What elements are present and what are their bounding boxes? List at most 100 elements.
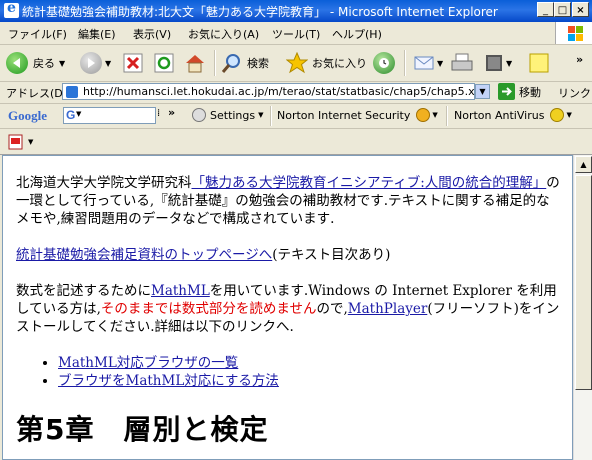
google-search-input[interactable]: G ▼	[63, 107, 156, 124]
forward-dropdown-icon[interactable]: ▼	[105, 59, 111, 68]
ie-icon	[4, 0, 19, 18]
links-label[interactable]: リンク	[558, 85, 591, 101]
refresh-button[interactable]	[154, 51, 174, 75]
norton-security-dropdown-icon: ▼	[432, 111, 438, 119]
mail-dropdown-icon[interactable]: ▼	[437, 59, 443, 68]
search-icon	[221, 54, 240, 73]
go-button[interactable]: 移動	[498, 83, 541, 100]
google-overflow-icon[interactable]: »	[168, 106, 175, 119]
scroll-thumb[interactable]	[575, 175, 592, 390]
windows-logo-icon	[555, 22, 592, 44]
search-label: 検索	[247, 57, 269, 70]
back-dropdown-icon[interactable]: ▼	[59, 59, 65, 68]
top-page-link[interactable]: 統計基礎勉強会補足資料のトップページへ	[16, 247, 272, 263]
pdf-icon	[8, 134, 23, 150]
top-link-suffix: (テキスト目次あり)	[272, 247, 391, 263]
menu-edit[interactable]: 編集(E)	[78, 26, 116, 42]
browser-setup-link[interactable]: ブラウザをMathML対応にする方法	[58, 373, 279, 389]
settings-label: Settings	[210, 108, 256, 122]
vertical-scrollbar[interactable]: ▲	[573, 155, 592, 460]
printer-icon	[451, 53, 473, 71]
mathplayer-link[interactable]: MathPlayer	[348, 301, 428, 317]
forward-button[interactable]: ▼	[80, 51, 111, 75]
print-button[interactable]	[450, 51, 474, 75]
list-item: ブラウザをMathML対応にする方法	[58, 372, 561, 390]
top-link-paragraph: 統計基礎勉強会補足資料のトップページへ(テキスト目次あり)	[16, 246, 561, 264]
history-button[interactable]	[373, 51, 395, 75]
address-label: アドレス(D)	[6, 87, 68, 100]
google-dropdown-icon[interactable]: ▼	[76, 110, 81, 118]
mathml-text-3: ので,	[316, 301, 348, 317]
resize-handle-icon[interactable]: ⁞	[157, 108, 160, 119]
extra-toolbar: ▼	[0, 129, 592, 155]
favorites-label: お気に入り	[312, 57, 367, 70]
minimize-button[interactable]: _	[537, 2, 554, 17]
mathml-link-list: MathML対応ブラウザの一覧 ブラウザをMathML対応にする方法	[16, 354, 561, 390]
intro-paragraph: 北海道大学大学院文学研究科「魅力ある大学院教育イニシアティブ:人間の統合的理解」…	[16, 174, 561, 228]
window-title: 統計基礎勉強会補助教材:北大文「魅力ある大学院教育」 - Microsoft I…	[22, 5, 498, 19]
norton-antivirus-dropdown-icon: ▼	[566, 111, 572, 119]
favorites-button[interactable]: お気に入り	[286, 51, 367, 75]
menu-bar: ファイル(F) 編集(E) 表示(V) お気に入り(A) ツール(T) ヘルプ(…	[0, 22, 592, 45]
menu-help[interactable]: ヘルプ(H)	[332, 26, 382, 42]
menu-favorites[interactable]: お気に入り(A)	[188, 26, 259, 42]
scroll-up-icon[interactable]: ▲	[575, 156, 592, 173]
maximize-button[interactable]: □	[554, 2, 571, 17]
norton-shield-icon	[550, 108, 565, 122]
norton-antivirus-button[interactable]: Norton AntiVirus ▼	[454, 108, 572, 122]
note-button[interactable]	[528, 51, 550, 75]
intro-text-prefix: 北海道大学大学院文学研究科	[16, 175, 192, 191]
settings-dropdown-icon: ▼	[258, 111, 264, 119]
mathml-paragraph: 数式を記述するためにMathMLを用いています.Windows の Intern…	[16, 282, 561, 336]
mail-icon	[414, 56, 434, 70]
norton-antivirus-label: Norton AntiVirus	[454, 108, 545, 122]
refresh-icon	[154, 53, 174, 73]
address-dropdown-icon[interactable]: ▼	[475, 84, 490, 99]
address-input[interactable]: http://humansci.let.hokudai.ac.jp/m/tera…	[62, 83, 488, 100]
mathml-link[interactable]: MathML	[151, 283, 210, 299]
note-icon	[529, 53, 549, 73]
norton-globe-icon	[416, 108, 431, 122]
mathml-warning: そのままでは数式部分を読めません	[100, 301, 317, 317]
browser-list-link[interactable]: MathML対応ブラウザの一覧	[58, 355, 238, 371]
list-item: MathML対応ブラウザの一覧	[58, 354, 561, 372]
back-arrow-icon	[6, 52, 28, 74]
chapter-heading: 第5章 層別と検定	[16, 413, 269, 446]
norton-security-label: Norton Internet Security	[277, 108, 411, 122]
forward-arrow-icon	[80, 52, 102, 74]
go-label: 移動	[519, 85, 541, 99]
edit-icon	[486, 55, 502, 71]
stop-icon	[123, 53, 143, 73]
settings-button[interactable]: Settings ▼	[192, 108, 264, 122]
toolbar-overflow-icon[interactable]: »	[576, 47, 583, 71]
close-button[interactable]: ×	[572, 2, 589, 17]
star-icon	[286, 52, 308, 74]
page-content: 北海道大学大学院文学研究科「魅力ある大学院教育イニシアティブ:人間の統合的理解」…	[2, 155, 573, 460]
stop-button[interactable]	[123, 51, 143, 75]
initiative-link[interactable]: 「魅力ある大学院教育イニシアティブ:人間の統合的理解」	[192, 175, 547, 191]
norton-security-button[interactable]: Norton Internet Security ▼	[277, 108, 438, 122]
mathml-text-1: 数式を記述するために	[16, 283, 151, 299]
go-arrow-icon	[498, 83, 515, 100]
title-bar: 統計基礎勉強会補助教材:北大文「魅力ある大学院教育」 - Microsoft I…	[0, 0, 592, 22]
address-bar: アドレス(D) http://humansci.let.hokudai.ac.j…	[0, 81, 592, 104]
search-button[interactable]: 検索	[221, 51, 269, 75]
menu-tools[interactable]: ツール(T)	[272, 26, 320, 42]
home-button[interactable]	[184, 51, 206, 75]
back-label: 戻る	[33, 57, 55, 70]
history-icon	[373, 52, 395, 74]
google-g-icon: G	[66, 108, 76, 122]
standard-toolbar: 戻る ▼ ▼ 検索 お気に入り ▼ ▼ »	[0, 45, 592, 82]
pdf-button[interactable]: ▼	[8, 134, 33, 150]
pdf-dropdown-icon: ▼	[28, 138, 34, 146]
address-url: http://humansci.let.hokudai.ac.jp/m/tera…	[83, 85, 489, 98]
mail-button[interactable]: ▼	[413, 51, 443, 75]
home-icon	[186, 55, 204, 73]
google-toolbar: Google G ▼ ⁞ » Settings ▼ Norton Interne…	[0, 104, 592, 129]
back-button[interactable]: 戻る ▼	[6, 51, 65, 75]
menu-view[interactable]: 表示(V)	[133, 26, 171, 42]
menu-file[interactable]: ファイル(F)	[8, 26, 67, 42]
edit-button[interactable]: ▼	[484, 51, 512, 75]
edit-dropdown-icon[interactable]: ▼	[506, 59, 512, 68]
page-icon	[66, 86, 78, 98]
